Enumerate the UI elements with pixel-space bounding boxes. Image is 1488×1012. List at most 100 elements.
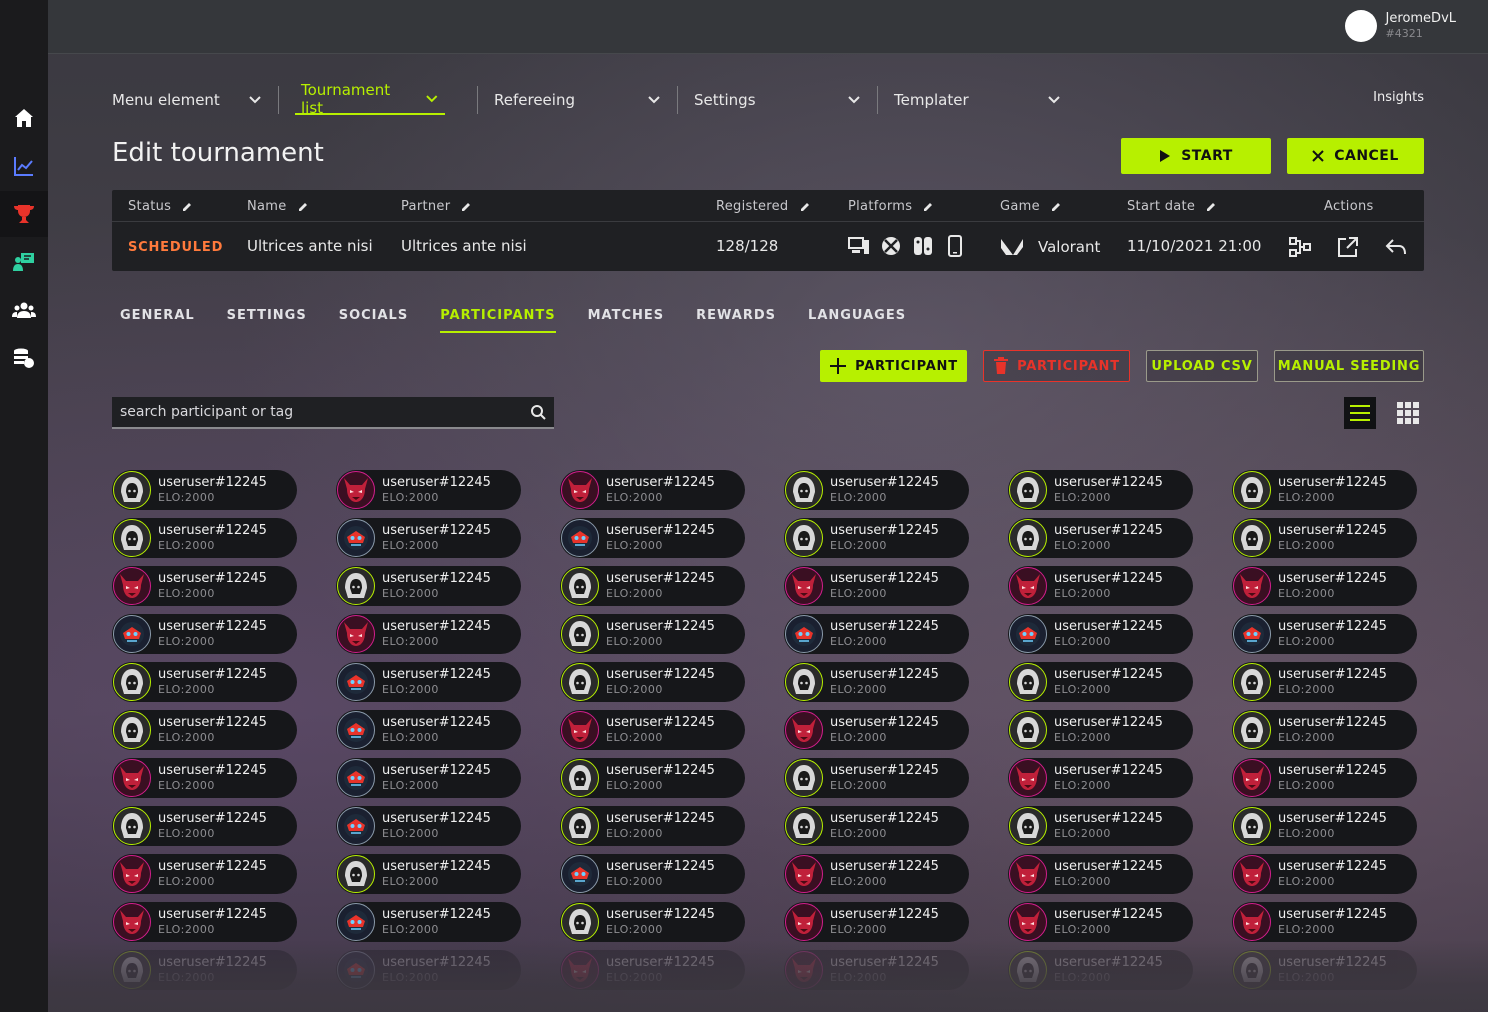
participant-card[interactable]: useruser#12245ELO:2000 — [560, 758, 745, 798]
participant-card[interactable]: useruser#12245ELO:2000 — [1008, 854, 1193, 894]
participant-card[interactable]: useruser#12245ELO:2000 — [784, 566, 969, 606]
participant-card[interactable]: useruser#12245ELO:2000 — [112, 806, 297, 846]
header-partner[interactable]: Partner — [401, 199, 472, 214]
bracket-icon[interactable] — [1288, 235, 1312, 259]
list-view-toggle[interactable] — [1344, 397, 1376, 429]
tab-rewards[interactable]: REWARDS — [696, 308, 776, 333]
participant-card[interactable]: useruser#12245ELO:2000 — [1232, 806, 1417, 846]
undo-icon[interactable] — [1384, 235, 1408, 259]
menu-item-settings[interactable]: Settings — [694, 85, 861, 115]
participant-card[interactable]: useruser#12245ELO:2000 — [336, 854, 521, 894]
participant-card[interactable]: useruser#12245ELO:2000 — [1232, 854, 1417, 894]
participant-card[interactable]: useruser#12245ELO:2000 — [112, 854, 297, 894]
participant-card[interactable]: useruser#12245ELO:2000 — [1232, 614, 1417, 654]
edit-icon[interactable] — [1050, 201, 1062, 213]
manual-seeding-button[interactable]: MANUAL SEEDING — [1274, 350, 1424, 382]
participant-card[interactable]: useruser#12245ELO:2000 — [560, 806, 745, 846]
participant-card[interactable]: useruser#12245ELO:2000 — [1008, 470, 1193, 510]
cancel-button[interactable]: CANCEL — [1287, 138, 1424, 174]
edit-icon[interactable] — [460, 201, 472, 213]
header-status[interactable]: Status — [128, 199, 193, 214]
menu-item-menu-element[interactable]: Menu element — [112, 85, 262, 115]
tab-settings[interactable]: SETTINGS — [227, 308, 307, 333]
participant-card[interactable]: useruser#12245ELO:2000 — [560, 854, 745, 894]
participant-card[interactable]: useruser#12245ELO:2000 — [1232, 470, 1417, 510]
participant-card[interactable]: useruser#12245ELO:2000 — [784, 902, 969, 942]
participant-card[interactable]: useruser#12245ELO:2000 — [560, 662, 745, 702]
delete-participant-button[interactable]: PARTICIPANT — [983, 350, 1130, 382]
tab-matches[interactable]: MATCHES — [588, 308, 665, 333]
external-link-icon[interactable] — [1336, 235, 1360, 259]
participant-card[interactable]: useruser#12245ELO:2000 — [560, 470, 745, 510]
participant-card[interactable]: useruser#12245ELO:2000 — [784, 758, 969, 798]
participant-card[interactable]: useruser#12245ELO:2000 — [336, 758, 521, 798]
participant-card[interactable]: useruser#12245ELO:2000 — [560, 566, 745, 606]
participant-card[interactable]: useruser#12245ELO:2000 — [336, 806, 521, 846]
grid-view-toggle[interactable] — [1392, 397, 1424, 429]
sidebar-item-economy[interactable] — [0, 335, 48, 381]
user-menu[interactable]: JeromeDvL #4321 — [1344, 10, 1456, 42]
participant-card[interactable]: useruser#12245ELO:2000 — [560, 710, 745, 750]
participant-card[interactable]: useruser#12245ELO:2000 — [1232, 758, 1417, 798]
edit-icon[interactable] — [799, 201, 811, 213]
participant-card[interactable]: useruser#12245ELO:2000 — [336, 614, 521, 654]
tab-languages[interactable]: LANGUAGES — [808, 308, 906, 333]
participant-card[interactable]: useruser#12245ELO:2000 — [112, 470, 297, 510]
menu-item-templater[interactable]: Templater — [894, 85, 1061, 115]
participant-card[interactable]: useruser#12245ELO:2000 — [1008, 662, 1193, 702]
search-icon[interactable] — [530, 404, 546, 420]
header-game[interactable]: Game — [1000, 199, 1062, 214]
header-registered[interactable]: Registered — [716, 199, 811, 214]
participant-card[interactable]: useruser#12245ELO:2000 — [784, 662, 969, 702]
sidebar-item-tournaments[interactable] — [0, 191, 48, 237]
participant-card[interactable]: useruser#12245ELO:2000 — [784, 518, 969, 558]
participant-card[interactable]: useruser#12245ELO:2000 — [784, 806, 969, 846]
sidebar-item-home[interactable] — [0, 95, 48, 141]
participant-card[interactable]: useruser#12245ELO:2000 — [784, 710, 969, 750]
search-input[interactable] — [120, 404, 520, 420]
participant-card[interactable]: useruser#12245ELO:2000 — [112, 614, 297, 654]
participant-card[interactable]: useruser#12245ELO:2000 — [560, 614, 745, 654]
sidebar-item-scoreboard[interactable] — [0, 239, 48, 285]
header-start-date[interactable]: Start date — [1127, 199, 1217, 214]
participant-card[interactable]: useruser#12245ELO:2000 — [112, 518, 297, 558]
sidebar-item-stats[interactable] — [0, 143, 48, 189]
upload-csv-button[interactable]: UPLOAD CSV — [1146, 350, 1258, 382]
edit-icon[interactable] — [1205, 201, 1217, 213]
participant-card[interactable]: useruser#12245ELO:2000 — [112, 902, 297, 942]
add-participant-button[interactable]: PARTICIPANT — [820, 350, 967, 382]
header-platforms[interactable]: Platforms — [848, 199, 934, 214]
participant-card[interactable]: useruser#12245ELO:2000 — [1232, 518, 1417, 558]
participant-card[interactable]: useruser#12245ELO:2000 — [1232, 566, 1417, 606]
sidebar-item-community[interactable] — [0, 287, 48, 333]
participant-card[interactable]: useruser#12245ELO:2000 — [336, 710, 521, 750]
participant-card[interactable]: useruser#12245ELO:2000 — [112, 566, 297, 606]
participant-card[interactable]: useruser#12245ELO:2000 — [1008, 614, 1193, 654]
participant-card[interactable]: useruser#12245ELO:2000 — [1008, 902, 1193, 942]
participant-card[interactable]: useruser#12245ELO:2000 — [1008, 566, 1193, 606]
insights-link[interactable]: Insights — [1373, 90, 1424, 105]
participant-card[interactable]: useruser#12245ELO:2000 — [112, 710, 297, 750]
tab-general[interactable]: GENERAL — [120, 308, 195, 333]
participant-card[interactable]: useruser#12245ELO:2000 — [1008, 806, 1193, 846]
start-button[interactable]: START — [1121, 138, 1271, 174]
participant-card[interactable]: useruser#12245ELO:2000 — [336, 902, 521, 942]
participant-card[interactable]: useruser#12245ELO:2000 — [784, 854, 969, 894]
participant-card[interactable]: useruser#12245ELO:2000 — [1008, 518, 1193, 558]
header-name[interactable]: Name — [247, 199, 309, 214]
participant-card[interactable]: useruser#12245ELO:2000 — [336, 470, 521, 510]
participant-card[interactable]: useruser#12245ELO:2000 — [1232, 662, 1417, 702]
menu-item-tournament-list[interactable]: Tournament list — [295, 81, 445, 117]
edit-icon[interactable] — [297, 201, 309, 213]
participant-card[interactable]: useruser#12245ELO:2000 — [784, 470, 969, 510]
participant-card[interactable]: useruser#12245ELO:2000 — [1008, 758, 1193, 798]
participant-card[interactable]: useruser#12245ELO:2000 — [560, 518, 745, 558]
tab-socials[interactable]: SOCIALS — [339, 308, 409, 333]
participant-card[interactable]: useruser#12245ELO:2000 — [336, 566, 521, 606]
participant-card[interactable]: useruser#12245ELO:2000 — [112, 662, 297, 702]
participant-card[interactable]: useruser#12245ELO:2000 — [1232, 902, 1417, 942]
participant-card[interactable]: useruser#12245ELO:2000 — [336, 518, 521, 558]
tab-participants[interactable]: PARTICIPANTS — [440, 308, 556, 333]
participant-card[interactable]: useruser#12245ELO:2000 — [1008, 710, 1193, 750]
participant-card[interactable]: useruser#12245ELO:2000 — [112, 758, 297, 798]
